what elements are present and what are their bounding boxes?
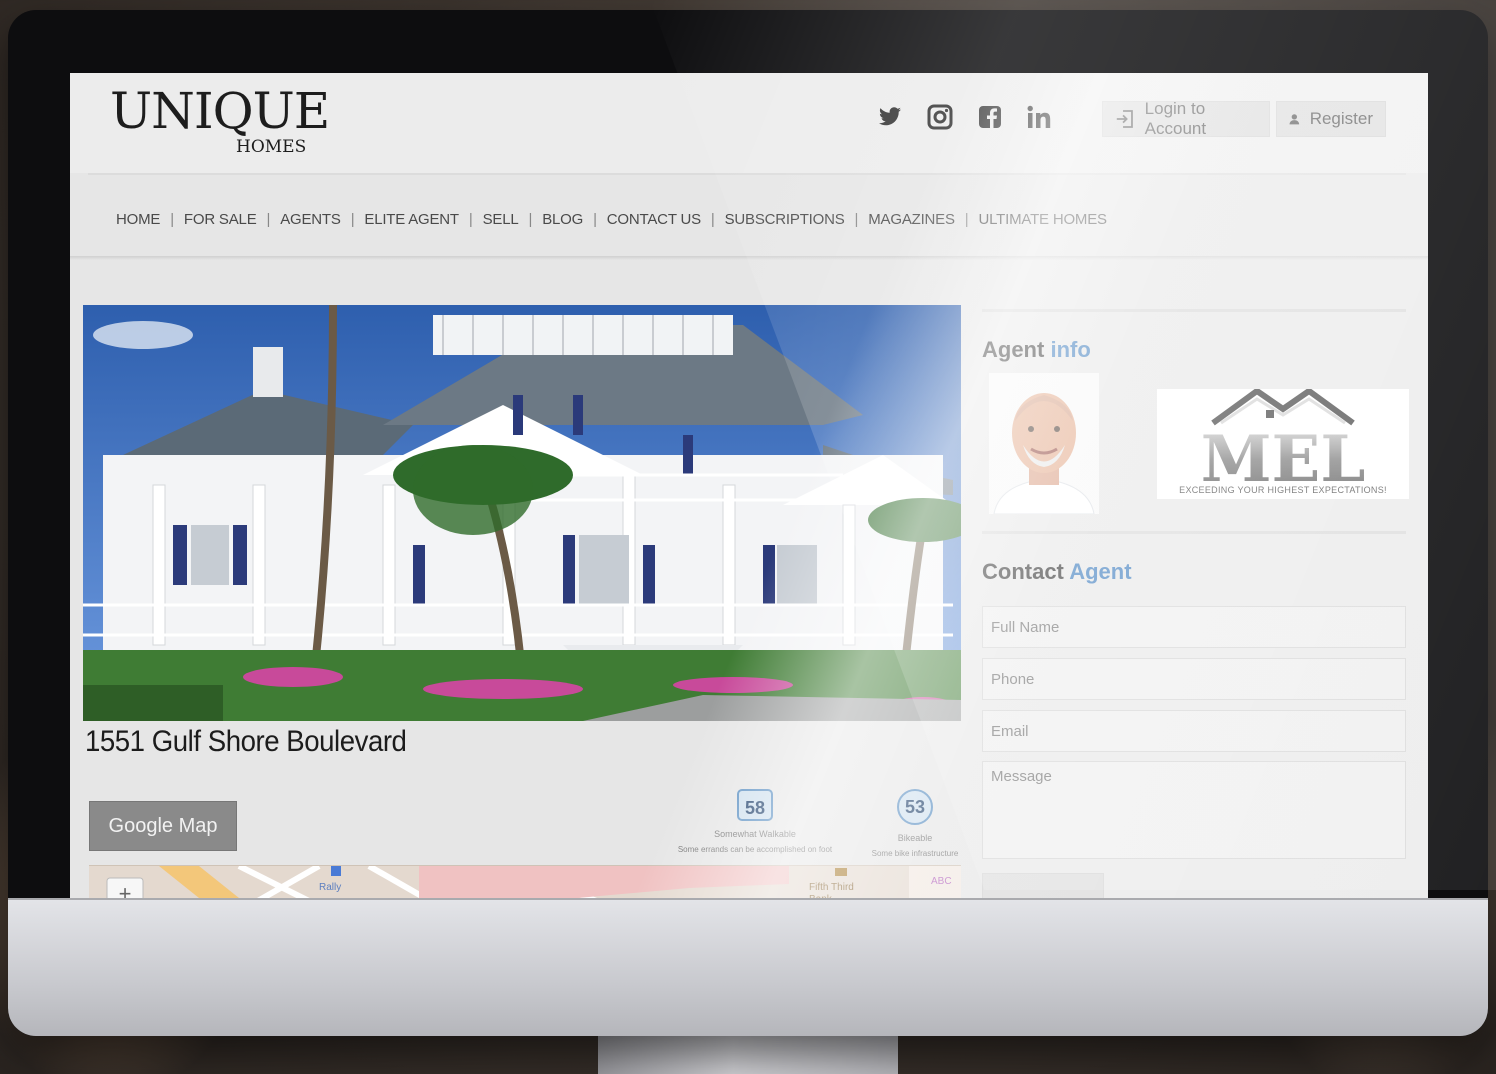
walk-score-badge: 58 [737, 789, 773, 821]
login-label: Login to Account [1144, 99, 1207, 138]
nav-item-elite-agent[interactable]: ELITE AGENT [364, 211, 459, 228]
nav-item-home[interactable]: HOME [116, 211, 160, 228]
register-label: Register [1309, 109, 1373, 128]
email-input[interactable] [982, 710, 1406, 752]
facebook-icon[interactable] [976, 103, 1004, 131]
walk-score-desc: Some errands can be accomplished on foot [677, 845, 833, 854]
nav-item-contact-us[interactable]: CONTACT US [607, 211, 701, 228]
monitor: UNIQUE HOMES Login to Account Register H… [8, 10, 1488, 1036]
bike-score-badge: 53 [897, 789, 933, 825]
nav-separator: | [528, 211, 533, 228]
monitor-chin [8, 898, 1488, 1036]
user-icon [1289, 114, 1300, 125]
svg-text:+: + [119, 881, 132, 898]
map-label-rally: Rally [319, 882, 342, 893]
agent-info-heading: Agent info [982, 337, 1091, 363]
main-nav: HOME | FOR SALE | AGENTS | ELITE AGENT |… [116, 211, 1107, 228]
login-icon [1116, 110, 1133, 128]
sidebar-divider [982, 309, 1406, 312]
map-label-bank: Fifth Third Bank [809, 882, 854, 898]
site-header: UNIQUE HOMES Login to Account Register [70, 73, 1428, 173]
logo-main-text: UNIQUE [110, 82, 330, 140]
monitor-stand [598, 1030, 898, 1074]
listing-photo[interactable] [83, 305, 961, 721]
brand-letters: MEL [1201, 422, 1366, 485]
nav-item-subscriptions[interactable]: SUBSCRIPTIONS [725, 211, 845, 228]
brokerage-logo[interactable]: MEL EXCEEDING YOUR HIGHEST EXPECTATIONS! [1157, 389, 1409, 499]
agent-heading-accent: info [1050, 337, 1091, 362]
twitter-icon[interactable] [876, 103, 904, 131]
nav-separator: | [710, 211, 715, 228]
nav-separator: | [468, 211, 473, 228]
linkedin-icon[interactable] [1026, 103, 1054, 131]
nav-item-for-sale[interactable]: FOR SALE [184, 211, 257, 228]
instagram-icon[interactable] [926, 103, 954, 131]
walk-score-title: Somewhat Walkable [714, 829, 796, 839]
contact-heading-prefix: Contact [982, 559, 1064, 584]
social-links [876, 103, 1054, 131]
google-map-button[interactable]: Google Map [89, 801, 237, 851]
captcha-widget[interactable] [982, 873, 1104, 898]
nav-divider [70, 256, 1428, 260]
nav-item-blog[interactable]: BLOG [542, 211, 583, 228]
full-name-input[interactable] [982, 606, 1406, 648]
register-button[interactable]: Register [1276, 101, 1386, 137]
message-input[interactable] [982, 761, 1406, 859]
nav-separator: | [593, 211, 597, 228]
site-logo[interactable]: UNIQUE HOMES [110, 82, 330, 157]
nav-item-agents[interactable]: AGENTS [280, 211, 341, 228]
listing-address: 1551 Gulf Shore Boulevard [85, 725, 407, 758]
sidebar-divider [982, 531, 1406, 534]
bike-score-desc: Some bike infrastructure [871, 849, 959, 858]
bike-score[interactable]: 53 Bikeable Some bike infrastructure [860, 789, 970, 858]
nav-separator: | [266, 211, 271, 228]
nav-separator: | [350, 211, 355, 228]
bike-score-title: Bikeable [897, 833, 933, 843]
agent-photo[interactable] [989, 373, 1099, 514]
map-label-abc: ABC [931, 876, 952, 887]
logo-sub-text: HOMES [236, 137, 307, 157]
nav-item-sell[interactable]: SELL [483, 211, 519, 228]
login-button[interactable]: Login to Account [1102, 99, 1270, 138]
google-map[interactable]: + Rally Fifth Third Bank ABC [89, 865, 961, 898]
nav-separator: | [854, 211, 859, 228]
walk-score[interactable]: 58 Somewhat Walkable Some errands can be… [670, 789, 840, 854]
nav-item-magazines[interactable]: MAGAZINES [868, 211, 955, 228]
contact-heading-accent: Agent [1069, 559, 1132, 584]
nav-separator: | [170, 211, 174, 228]
nav-item-ultimate-homes[interactable]: ULTIMATE HOMES [979, 211, 1108, 228]
brand-tagline: EXCEEDING YOUR HIGHEST EXPECTATIONS! [1179, 485, 1387, 495]
contact-agent-heading: Contact Agent [982, 559, 1132, 585]
header-divider [88, 173, 1406, 175]
browser-screen: UNIQUE HOMES Login to Account Register H… [70, 73, 1428, 898]
phone-input[interactable] [982, 658, 1406, 700]
nav-separator: | [964, 211, 969, 228]
agent-heading-prefix: Agent [982, 337, 1045, 362]
